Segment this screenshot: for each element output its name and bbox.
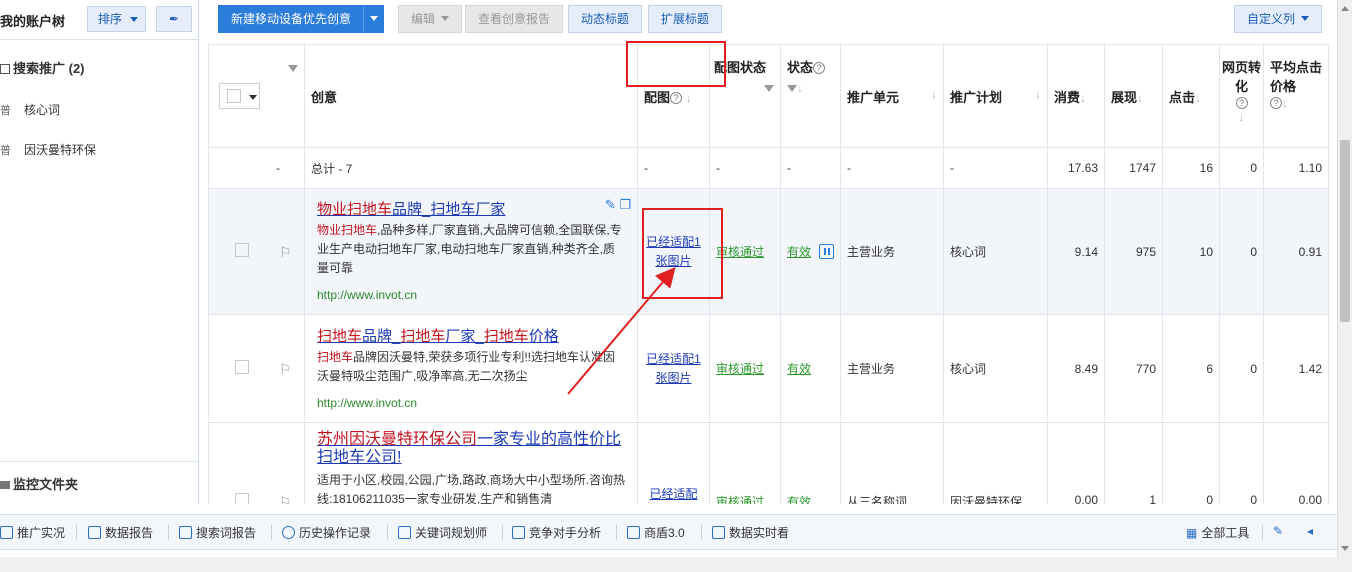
history-tool[interactable]: 历史操作记录 — [282, 524, 371, 541]
divider — [168, 525, 169, 540]
horizontal-scrollbar[interactable] — [0, 557, 1352, 572]
keyword-icon — [398, 526, 411, 539]
scroll-thumb[interactable] — [1340, 140, 1350, 322]
divider — [387, 525, 388, 540]
live-icon — [0, 526, 13, 539]
competitor-analysis-tool[interactable]: 竞争对手分析 — [512, 524, 601, 541]
bottom-toolbar: 推广实况 数据报告 搜索词报告 历史操作记录 关键词规划师 竞争对手分析 商盾3… — [0, 514, 1337, 550]
vertical-scrollbar[interactable] — [1337, 0, 1352, 557]
grid-icon: ▦ — [1186, 526, 1198, 540]
annotation-arrow — [567, 266, 676, 395]
realtime-data-tool[interactable]: 数据实时看 — [712, 524, 789, 541]
search-icon — [179, 526, 192, 539]
arrow-line — [567, 266, 676, 395]
divider — [76, 525, 77, 540]
chart-icon — [88, 526, 101, 539]
divider — [502, 525, 503, 540]
all-tools-button[interactable]: ▦ 全部工具 — [1186, 524, 1249, 541]
eye-icon — [512, 526, 525, 539]
scroll-up-icon[interactable] — [1341, 6, 1349, 11]
divider — [616, 525, 617, 540]
search-term-report-tool[interactable]: 搜索词报告 — [179, 524, 256, 541]
shield-icon — [627, 526, 640, 539]
keyword-planner-tool[interactable]: 关键词规划师 — [398, 524, 487, 541]
collapse-arrow-icon[interactable]: ◂ — [1307, 524, 1313, 538]
divider — [271, 525, 272, 540]
divider — [1262, 525, 1263, 540]
realtime-icon — [712, 526, 725, 539]
live-promotion-tool[interactable]: 推广实况 — [0, 524, 65, 541]
data-report-tool[interactable]: 数据报告 — [88, 524, 153, 541]
divider — [701, 525, 702, 540]
shield-tool[interactable]: 商盾3.0 — [627, 524, 685, 541]
edit-icon[interactable]: ✎ — [1273, 524, 1283, 538]
scroll-down-icon[interactable] — [1341, 546, 1349, 551]
clock-icon — [282, 526, 295, 539]
